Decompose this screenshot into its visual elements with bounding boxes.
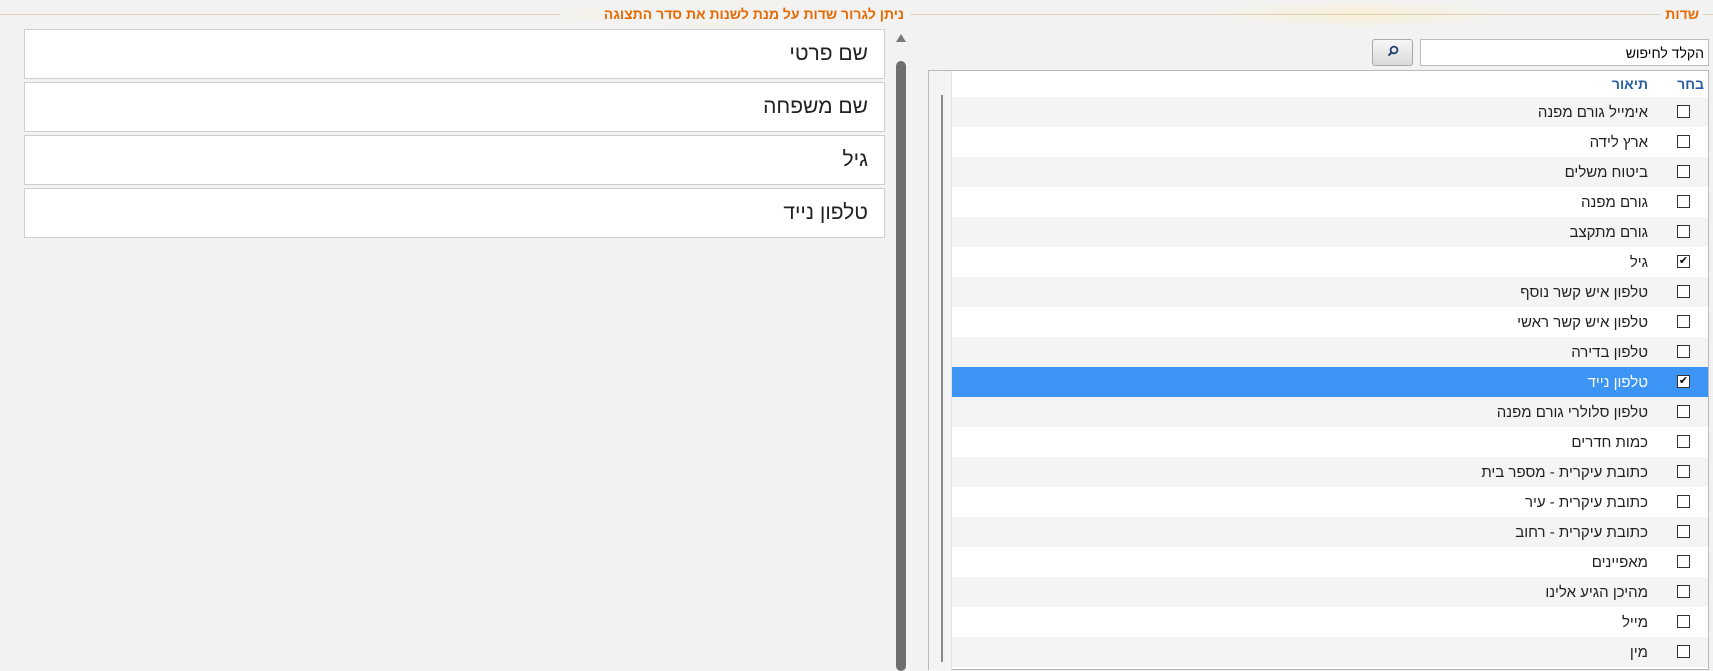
field-row[interactable]: כתובת עיקרית - מספר בית [952, 457, 1708, 487]
field-label: כתובת עיקרית - מספר בית [1481, 464, 1648, 481]
field-label: ביטוח משלים [1564, 164, 1648, 181]
field-row[interactable]: טלפון איש קשר נוסף [952, 277, 1708, 307]
field-row[interactable]: ארץ לידה [952, 127, 1708, 157]
field-label: מין [1629, 644, 1648, 661]
selected-field-item[interactable]: שם פרטי [24, 29, 885, 79]
field-checkbox[interactable] [1677, 195, 1690, 208]
field-checkbox[interactable] [1677, 615, 1690, 628]
field-checkbox[interactable] [1677, 555, 1690, 568]
field-row[interactable]: טלפון בדירה [952, 337, 1708, 367]
field-label: כתובת עיקרית - עיר [1524, 494, 1648, 511]
field-row[interactable]: ביטוח משלים [952, 157, 1708, 187]
column-header-description[interactable]: תיאור [1612, 76, 1648, 92]
scroll-up-arrow-icon[interactable] [896, 34, 906, 42]
field-checkbox[interactable] [1677, 585, 1690, 598]
field-checkbox[interactable] [1677, 135, 1690, 148]
field-row[interactable]: כמות חדרים [952, 427, 1708, 457]
selected-fields-legend: ניתן לגרור שדות על מנת לשנות את סדר התצו… [599, 5, 908, 23]
field-row[interactable]: גורם מפנה [952, 187, 1708, 217]
field-row[interactable]: טלפון סלולרי גורם מפנה [952, 397, 1708, 427]
grid-scroll-track[interactable] [941, 95, 943, 662]
field-checkbox[interactable] [1677, 435, 1690, 448]
field-row[interactable]: גורם מתקצב [952, 217, 1708, 247]
selected-fields-list: שם פרטי שם משפחה גיל טלפון נייד [24, 29, 885, 241]
fields-legend: שדות [1661, 5, 1703, 23]
field-label: גיל [1629, 254, 1648, 271]
field-checkbox[interactable] [1677, 465, 1690, 478]
field-checkbox[interactable] [1677, 315, 1690, 328]
field-label: טלפון איש קשר נוסף [1520, 284, 1648, 301]
field-row[interactable]: ✔ גיל [952, 247, 1708, 277]
field-checkbox[interactable] [1677, 495, 1690, 508]
field-checkbox[interactable] [1677, 345, 1690, 358]
field-label: ארץ לידה [1589, 134, 1648, 151]
field-checkbox[interactable] [1677, 105, 1690, 118]
field-label: גורם מפנה [1581, 194, 1648, 211]
selected-field-item[interactable]: גיל [24, 135, 885, 185]
field-row[interactable]: מין [952, 637, 1708, 667]
field-checkbox[interactable] [1677, 525, 1690, 538]
field-checkbox[interactable] [1677, 225, 1690, 238]
selected-list-scrollbar[interactable] [894, 30, 908, 671]
selected-field-item[interactable]: טלפון נייד [24, 188, 885, 238]
column-header-select[interactable]: בחר [1677, 76, 1704, 92]
field-row[interactable]: כתובת עיקרית - עיר [952, 487, 1708, 517]
right-fieldset-border-end [1703, 14, 1713, 15]
left-fieldset-border-end [910, 14, 920, 15]
field-checkbox[interactable] [1677, 405, 1690, 418]
field-label: מהיכן הגיע אלינו [1545, 584, 1648, 601]
search-button[interactable] [1372, 39, 1413, 66]
field-checkbox[interactable] [1677, 645, 1690, 658]
field-row[interactable]: מאפיינים [952, 547, 1708, 577]
field-label: גורם מתקצב [1569, 224, 1648, 241]
field-row[interactable]: אימייל גורם מפנה [952, 97, 1708, 127]
field-label: טלפון נייד [1587, 374, 1649, 391]
grid-rows: אימייל גורם מפנה ארץ לידה ביטוח משלים גורם … [952, 97, 1708, 667]
field-checkbox[interactable]: ✔ [1677, 375, 1690, 388]
selected-field-item[interactable]: שם משפחה [24, 82, 885, 132]
left-fieldset-border [0, 14, 560, 15]
field-label: מייל [1621, 614, 1648, 631]
field-label: טלפון איש קשר ראשי [1517, 314, 1648, 331]
field-row[interactable]: מייל [952, 607, 1708, 637]
right-fieldset-border [920, 14, 1660, 15]
scrollbar-thumb[interactable] [896, 61, 906, 671]
field-checkbox[interactable]: ✔ [1677, 255, 1690, 268]
field-label: אימייל גורם מפנה [1537, 104, 1648, 121]
field-label: כמות חדרים [1571, 434, 1648, 451]
field-row[interactable]: מהיכן הגיע אלינו [952, 577, 1708, 607]
field-label: כתובת עיקרית - רחוב [1515, 524, 1648, 541]
field-row[interactable]: ✔ טלפון נייד [952, 367, 1708, 397]
field-label: טלפון בדירה [1571, 344, 1648, 361]
field-checkbox[interactable] [1677, 165, 1690, 178]
field-row[interactable]: טלפון איש קשר ראשי [952, 307, 1708, 337]
search-icon [1387, 44, 1399, 62]
field-row[interactable]: כתובת עיקרית - רחוב [952, 517, 1708, 547]
field-label: מאפיינים [1591, 554, 1648, 571]
search-input[interactable] [1420, 39, 1709, 66]
field-label: טלפון סלולרי גורם מפנה [1496, 404, 1648, 421]
grid-header: בחר תיאור [952, 71, 1708, 95]
field-checkbox[interactable] [1677, 285, 1690, 298]
